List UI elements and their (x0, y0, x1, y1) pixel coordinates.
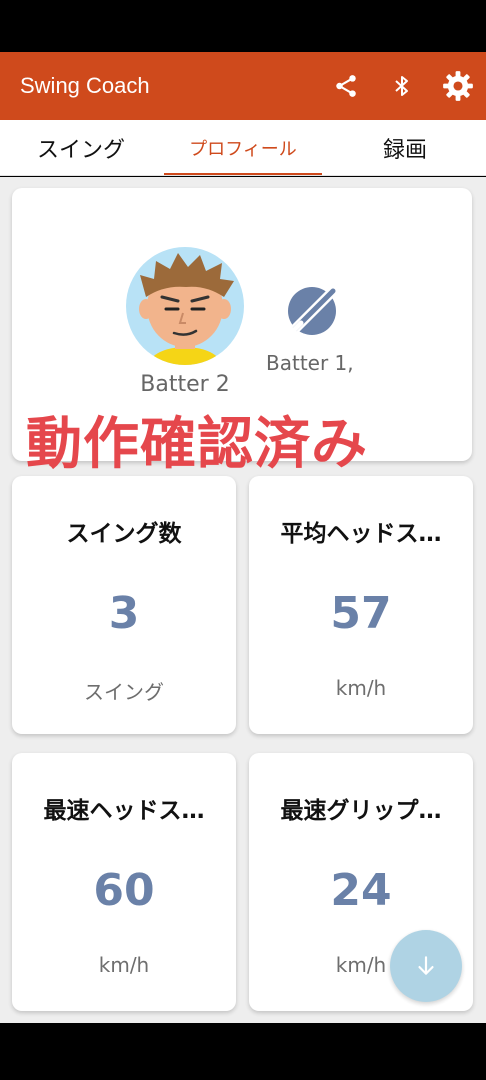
tab-swing[interactable]: スイング (0, 120, 162, 175)
boy-face-icon (139, 253, 234, 365)
stat-unit: スイング (84, 680, 164, 704)
stat-value: 60 (93, 865, 155, 916)
app-bar: Swing Coach (0, 52, 486, 120)
batter-avatar[interactable] (126, 247, 244, 365)
scroll-down-button[interactable] (390, 930, 462, 1002)
stat-value: 24 (330, 865, 392, 916)
stat-value: 57 (330, 588, 392, 639)
stat-unit: km/h (98, 953, 150, 977)
stat-card-avg-head-speed: 平均ヘッドス… 57 km/h (249, 476, 473, 734)
gear-icon[interactable] (430, 52, 486, 120)
verified-stamp-overlay: 動作確認済み (26, 412, 368, 477)
stat-card-swing-count: スイング数 3 スイング (12, 476, 236, 734)
stat-title: スイング数 (66, 521, 182, 547)
main-content: Batter 2 Batter 1, スイング数 3 スイング 平均ヘッドス… … (0, 177, 486, 1023)
app-title: Swing Coach (20, 73, 150, 98)
stat-title: 平均ヘッドス… (280, 521, 442, 547)
stat-card-max-head-speed: 最速ヘッドス… 60 km/h (12, 753, 236, 1011)
status-bar (0, 0, 486, 52)
arrow-down-icon (418, 956, 434, 975)
tab-recording[interactable]: 録画 (324, 120, 486, 175)
other-batter-name: Batter 1, (266, 351, 354, 375)
stat-value: 3 (108, 588, 140, 639)
share-icon[interactable] (318, 52, 374, 120)
stat-unit: km/h (335, 676, 387, 700)
current-batter-name: Batter 2 (140, 372, 230, 397)
stat-title: 最速ヘッドス… (43, 798, 205, 824)
bluetooth-icon[interactable] (374, 52, 430, 120)
tab-bar: スイング プロフィール 録画 (0, 120, 486, 176)
tab-profile[interactable]: プロフィール (162, 120, 324, 175)
baseball-bat-icon[interactable] (287, 283, 341, 337)
navigation-bar (0, 1023, 486, 1080)
stat-title: 最速グリップ… (280, 798, 442, 824)
